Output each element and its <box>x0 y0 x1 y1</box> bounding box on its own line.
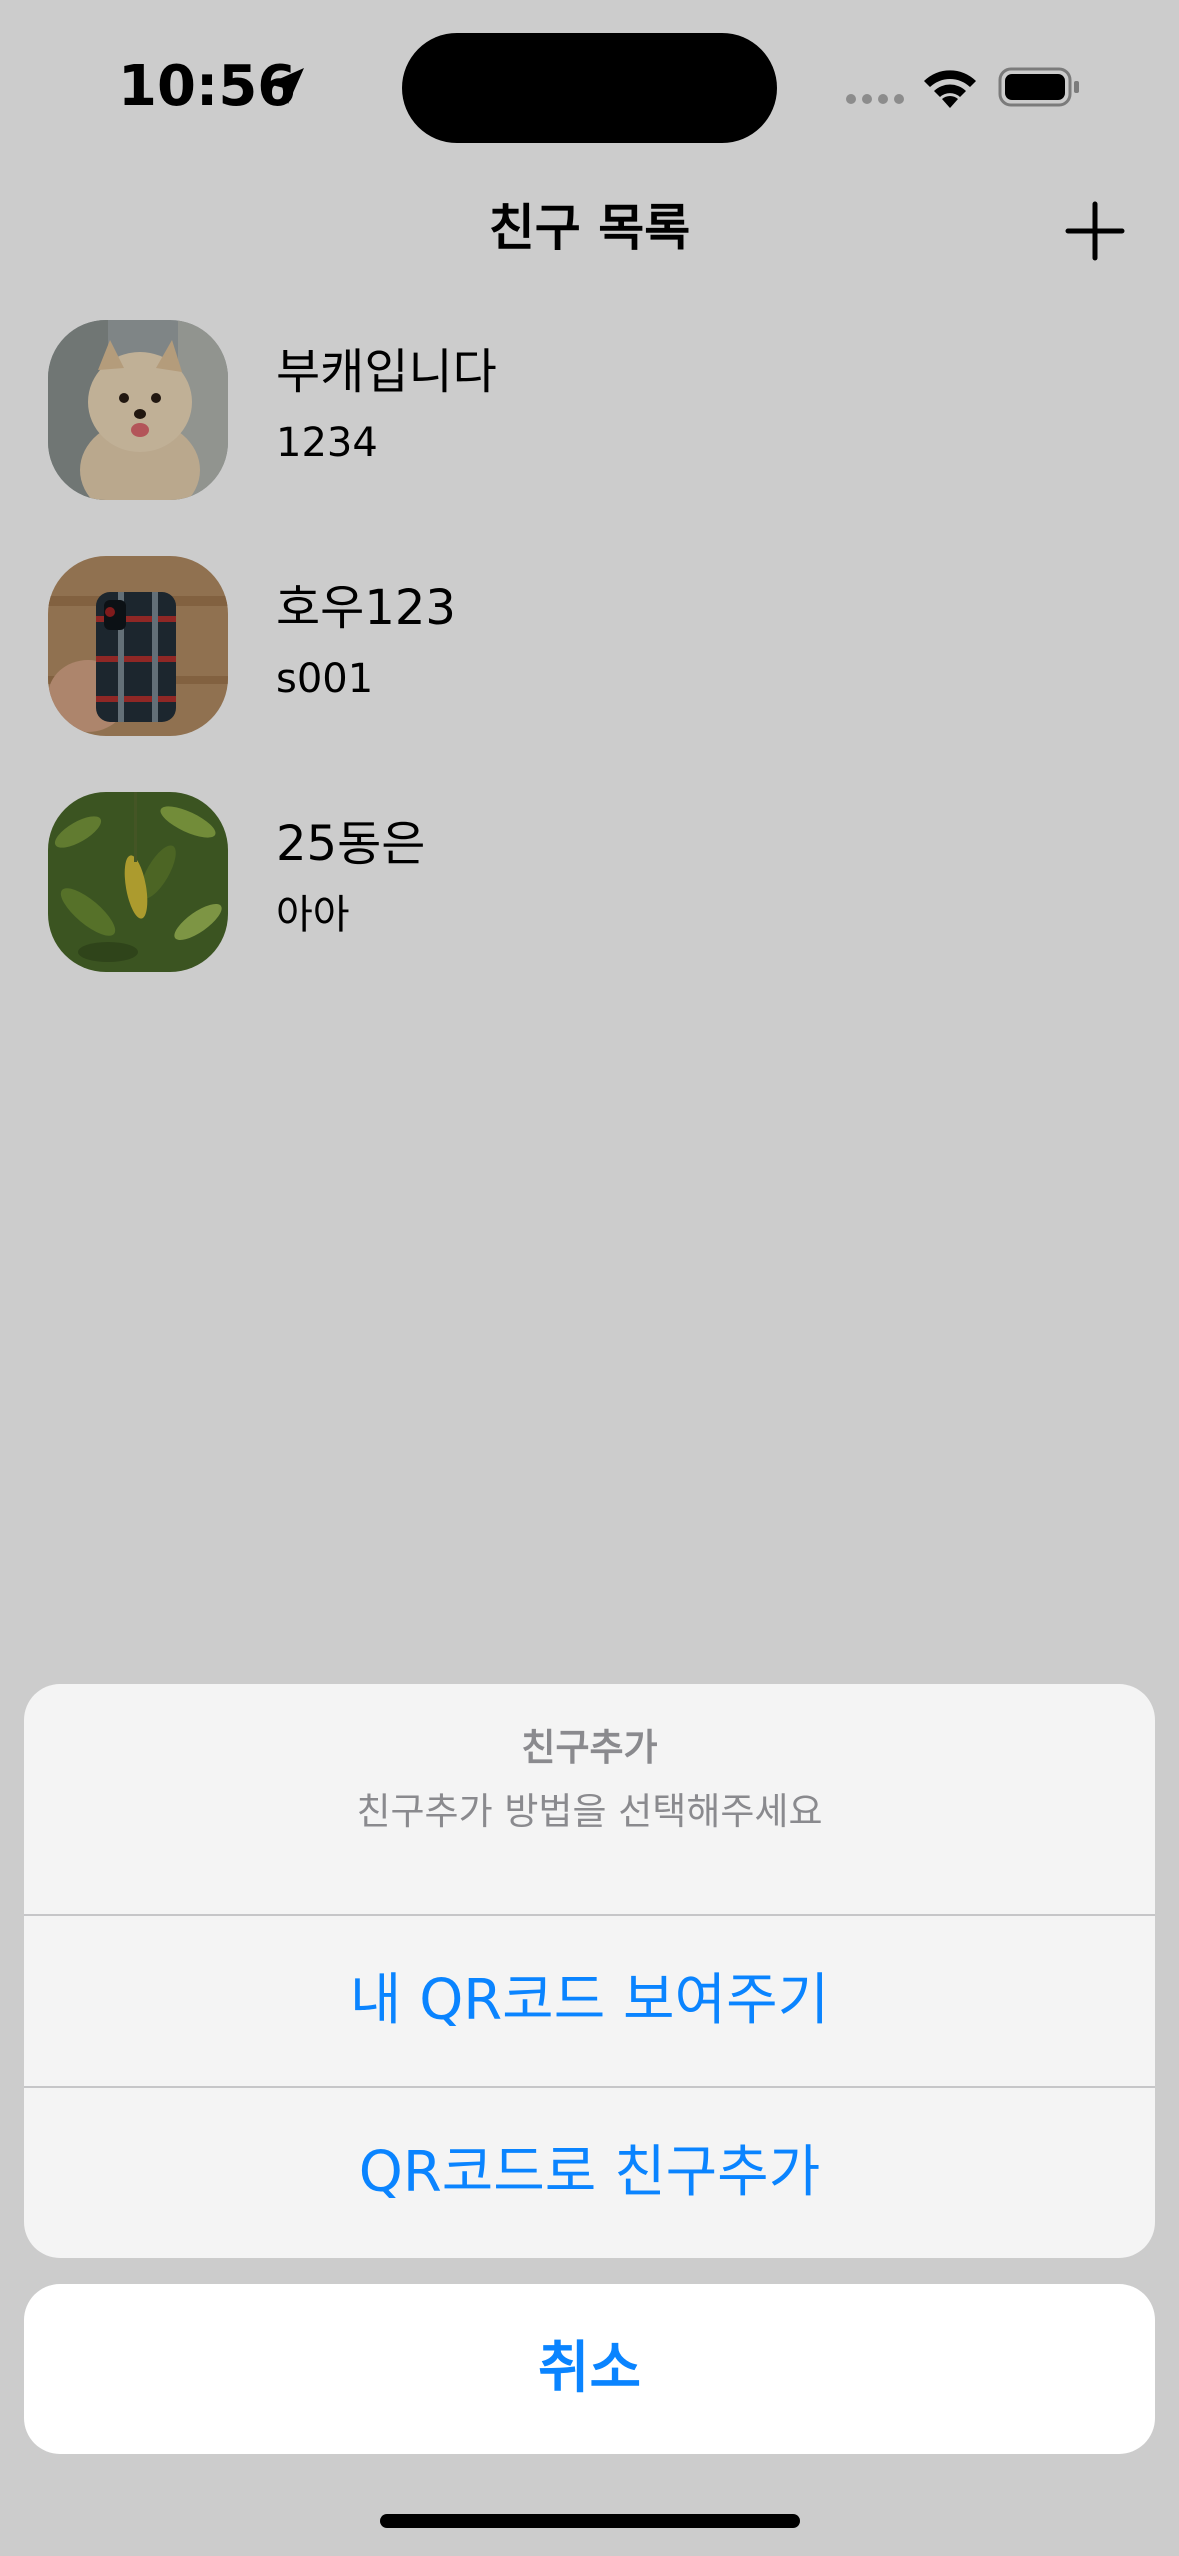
show-my-qr-code-button[interactable]: 내 QR코드 보여주기 <box>24 1916 1155 2086</box>
action-sheet-title: 친구추가 <box>521 1726 658 1769</box>
add-friend-by-qr-button[interactable]: QR코드로 친구추가 <box>24 2088 1155 2258</box>
action-sheet-header: 친구추가 친구추가 방법을 선택해주세요 <box>24 1684 1155 1914</box>
action-sheet: 친구추가 친구추가 방법을 선택해주세요 내 QR코드 보여주기 QR코드로 친… <box>24 1684 1155 2258</box>
action-sheet-message: 친구추가 방법을 선택해주세요 <box>356 1790 823 1833</box>
home-indicator[interactable] <box>380 2514 800 2528</box>
cancel-button[interactable]: 취소 <box>24 2284 1155 2454</box>
